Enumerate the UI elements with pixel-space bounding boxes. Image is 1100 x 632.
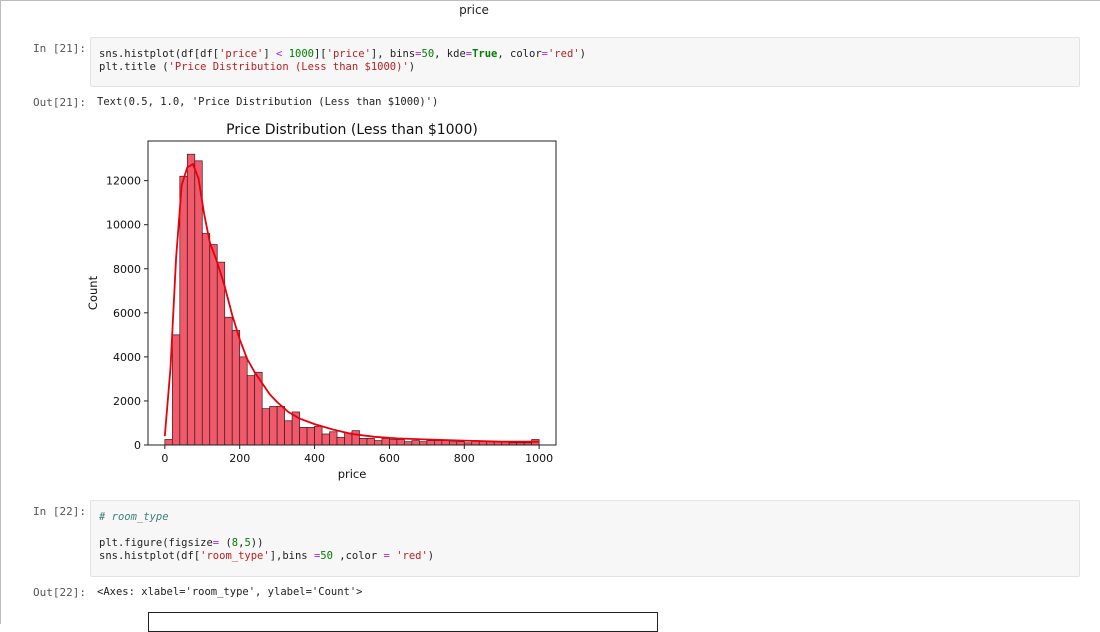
cell-22-partial-plot-frame [148, 612, 658, 632]
y-axis-label: Count [86, 275, 100, 310]
histogram-bar [179, 175, 188, 446]
histogram-bar [389, 439, 398, 446]
histogram-bar [254, 371, 263, 446]
histogram-bar [419, 441, 428, 446]
x-tick-label: 200 [229, 452, 250, 465]
y-axis-ticks: 0 2000 4000 6000 8000 10000 12000 [106, 175, 148, 452]
histogram-bar [381, 438, 390, 446]
histogram-bar [269, 406, 278, 446]
x-tick-label: 400 [304, 452, 325, 465]
cell-21-output-text: Text(0.5, 1.0, 'Price Distribution (Less… [97, 96, 439, 108]
code-line: sns.histplot(df['room_type'],bins =50 ,c… [99, 550, 435, 562]
x-axis-label: price [338, 467, 367, 481]
cell-21-output-prompt: Out[21]: [33, 96, 86, 109]
histogram-bar [516, 442, 525, 446]
histogram-bar [411, 440, 420, 446]
histogram-bar [366, 438, 375, 446]
x-tick-label: 1000 [525, 452, 553, 465]
code-line: plt.figure(figsize= (8,5)) [99, 537, 264, 549]
histogram-bar [359, 438, 368, 446]
chart-title: Price Distribution (Less than $1000) [226, 122, 478, 138]
kde-curve [163, 162, 540, 443]
histogram-bar [471, 440, 480, 446]
histogram-bar [314, 425, 323, 446]
histogram-bar [239, 356, 248, 446]
histogram-bar [351, 430, 360, 446]
histogram-bar [261, 408, 271, 446]
histogram-bar [336, 436, 345, 446]
histogram-bar [201, 233, 211, 446]
histogram-bar [374, 440, 383, 446]
x-axis-ticks: 0 200 400 600 800 1000 [161, 445, 553, 465]
histogram-bar [329, 431, 338, 446]
histogram-bar [291, 411, 300, 446]
histogram-bar [321, 433, 330, 446]
cell-22-output-text: <Axes: xlabel='room_type', ylabel='Count… [97, 586, 363, 598]
histogram-bar [284, 420, 293, 446]
histogram-bar [224, 316, 233, 446]
histogram-bar [478, 441, 488, 446]
y-tick-label: 0 [134, 439, 141, 452]
histogram-bar [486, 441, 495, 446]
histogram-bar [231, 330, 241, 446]
notebook-left-border [0, 0, 1, 624]
y-tick-label: 12000 [106, 175, 141, 188]
y-tick-label: 2000 [113, 395, 141, 408]
histogram-bar [344, 432, 353, 446]
cell-21-input-prompt: In [21]: [33, 42, 86, 55]
histogram-bar [501, 441, 510, 446]
cell-21-code-editor[interactable]: sns.histplot(df[df['price'] < 1000]['pri… [90, 37, 1080, 87]
notebook-top-border [0, 0, 1100, 1]
x-tick-label: 600 [379, 452, 400, 465]
plot-frame [147, 140, 557, 446]
histogram-bar [433, 440, 443, 446]
y-tick-label: 10000 [106, 219, 141, 232]
histogram-bar [171, 334, 181, 446]
histogram-bar [276, 406, 285, 446]
code-line: plt.title ('Price Distribution (Less tha… [99, 61, 416, 73]
cell-22-output-prompt: Out[22]: [33, 586, 86, 599]
cell-22-input-prompt: In [22]: [33, 505, 86, 518]
cell-22-code-editor[interactable]: # room_type plt.figure(figsize= (8,5)) sns… [90, 500, 1080, 577]
histogram-bar [426, 440, 435, 446]
y-tick-label: 4000 [113, 351, 141, 364]
histogram-bars [164, 153, 540, 446]
x-tick-label: 800 [454, 452, 475, 465]
code-line: sns.histplot(df[df['price'] < 1000]['pri… [99, 48, 586, 60]
code-line: # room_type [99, 511, 169, 523]
histogram-bar [493, 441, 503, 446]
histogram-bar [216, 261, 226, 446]
histogram-bar [164, 439, 173, 446]
y-tick-label: 8000 [113, 263, 141, 276]
y-tick-label: 6000 [113, 307, 141, 320]
histogram-bar [246, 375, 256, 446]
histogram-bar [306, 427, 315, 446]
histogram-bar [396, 439, 405, 446]
histogram-bar [463, 442, 473, 446]
histogram-bar [448, 441, 458, 446]
histogram-bar [186, 153, 196, 446]
previous-plot-xlabel: price [459, 3, 489, 17]
histogram-bar [441, 440, 450, 446]
histogram-bar [404, 441, 413, 446]
histogram-bar [456, 441, 465, 446]
histogram-bar [531, 439, 540, 446]
histogram-bar [209, 244, 218, 446]
histogram-bar [299, 427, 308, 446]
histogram-bar [523, 442, 533, 446]
histogram-bar [508, 442, 518, 446]
histogram-bar [194, 160, 203, 446]
x-tick-label: 0 [161, 452, 168, 465]
